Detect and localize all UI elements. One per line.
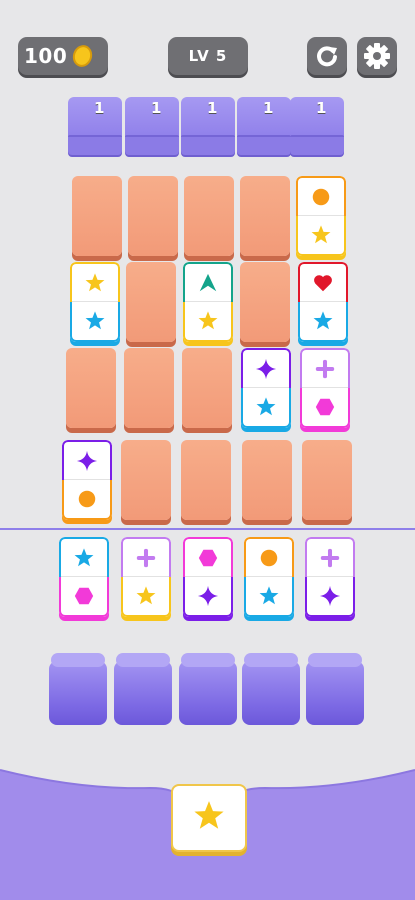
- circle-icon: [244, 537, 294, 577]
- collection-bin-4[interactable]: [242, 653, 300, 727]
- hexagon-icon: [183, 537, 233, 577]
- sparkle-icon: [62, 440, 112, 480]
- hidden-tile[interactable]: [302, 440, 352, 520]
- board-tile[interactable]: [70, 262, 120, 342]
- hexagon-icon: [300, 388, 350, 428]
- board-tile[interactable]: [300, 348, 350, 428]
- hidden-tile[interactable]: [124, 348, 174, 428]
- hidden-tile[interactable]: [128, 176, 178, 256]
- hidden-tile[interactable]: [66, 348, 116, 428]
- counter-slot-5: 1: [290, 97, 344, 155]
- star-icon: [241, 388, 291, 428]
- star-icon: [70, 302, 120, 342]
- queue-tile[interactable]: [244, 537, 294, 617]
- circle-icon: [296, 176, 346, 216]
- hidden-tile[interactable]: [184, 176, 234, 256]
- counter-value: 1: [263, 99, 274, 117]
- hidden-tile[interactable]: [182, 348, 232, 428]
- board-tile[interactable]: [241, 348, 291, 428]
- star-icon: [59, 537, 109, 577]
- board-tile[interactable]: [183, 262, 233, 342]
- collection-bin-3[interactable]: [179, 653, 237, 727]
- sparkle-icon: [241, 348, 291, 388]
- restart-icon: [317, 46, 337, 67]
- counter-value: 1: [151, 99, 162, 117]
- plus-icon: [300, 348, 350, 388]
- hidden-tile[interactable]: [121, 440, 171, 520]
- counter-value: 1: [316, 99, 327, 117]
- queue-tile[interactable]: [121, 537, 171, 617]
- gear-icon: [364, 43, 390, 69]
- star-icon: [296, 216, 346, 256]
- circle-icon: [62, 480, 112, 520]
- hidden-tile[interactable]: [181, 440, 231, 520]
- board-divider: [0, 528, 415, 530]
- hidden-tile[interactable]: [72, 176, 122, 256]
- heart-icon: [298, 262, 348, 302]
- coin-amount: 100: [24, 44, 68, 68]
- level-label: LV 5: [188, 47, 228, 65]
- star-icon: [183, 302, 233, 342]
- star-icon: [121, 577, 171, 617]
- restart-button[interactable]: [307, 37, 347, 75]
- arrow-icon: [183, 262, 233, 302]
- board-tile[interactable]: [296, 176, 346, 256]
- counter-value: 1: [94, 99, 105, 117]
- settings-button[interactable]: [357, 37, 397, 75]
- sparkle-icon: [305, 577, 355, 617]
- board-tile[interactable]: [298, 262, 348, 342]
- level-indicator: LV 5: [168, 37, 248, 75]
- board-tile[interactable]: [62, 440, 112, 520]
- held-tile-star-icon: [192, 799, 226, 837]
- sparkle-icon: [183, 577, 233, 617]
- counter-slot-3: 1: [181, 97, 235, 155]
- coin-counter: 100: [18, 37, 108, 75]
- hexagon-icon: [59, 577, 109, 617]
- queue-tile[interactable]: [183, 537, 233, 617]
- hidden-tile[interactable]: [126, 262, 176, 342]
- hidden-tile[interactable]: [240, 176, 290, 256]
- coin-icon: [70, 42, 96, 70]
- star-icon: [298, 302, 348, 342]
- counter-value: 1: [207, 99, 218, 117]
- queue-tile[interactable]: [59, 537, 109, 617]
- plus-icon: [121, 537, 171, 577]
- collection-bin-5[interactable]: [306, 653, 364, 727]
- hidden-tile[interactable]: [242, 440, 292, 520]
- plus-icon: [305, 537, 355, 577]
- collection-bin-1[interactable]: [49, 653, 107, 727]
- hidden-tile[interactable]: [240, 262, 290, 342]
- collection-bin-2[interactable]: [114, 653, 172, 727]
- star-icon: [244, 577, 294, 617]
- star-icon: [70, 262, 120, 302]
- counter-slot-1: 1: [68, 97, 122, 155]
- counter-slot-2: 1: [125, 97, 179, 155]
- counter-slot-4: 1: [237, 97, 291, 155]
- held-tile[interactable]: [171, 784, 247, 852]
- queue-tile[interactable]: [305, 537, 355, 617]
